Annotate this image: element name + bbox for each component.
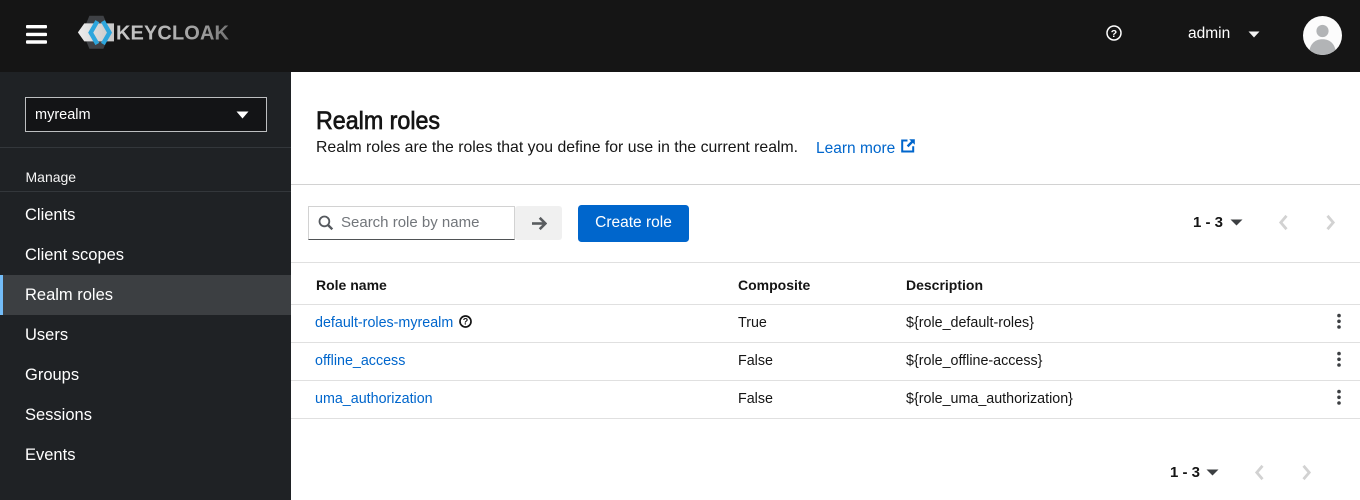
svg-text:?: ?: [1111, 28, 1117, 40]
svg-text:KEYCLOAK: KEYCLOAK: [116, 23, 229, 45]
svg-text:?: ?: [463, 317, 469, 327]
